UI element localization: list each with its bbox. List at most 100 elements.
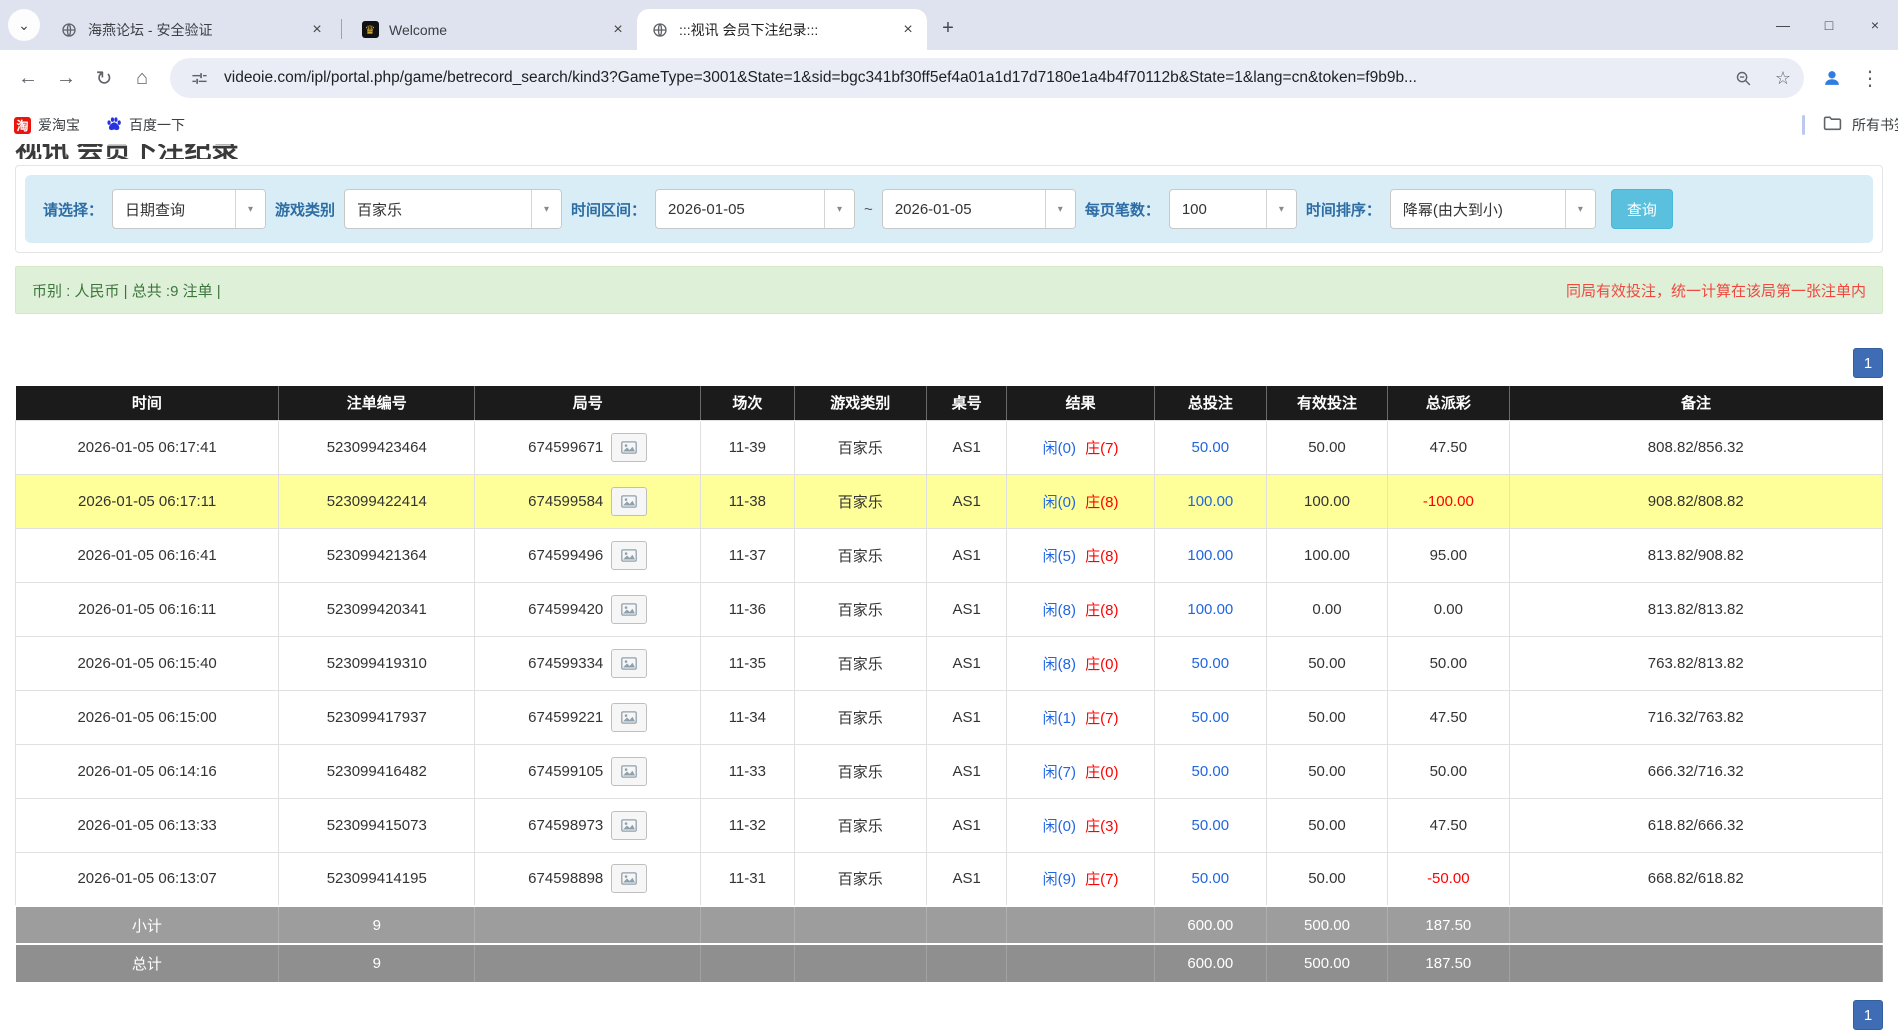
table-row: 2026-01-05 06:16:41 523099421364 6745994… <box>16 528 1883 582</box>
replay-icon[interactable] <box>611 649 647 678</box>
cell-total-bet[interactable]: 50.00 <box>1154 744 1266 798</box>
taobao-icon: 淘 <box>14 117 31 134</box>
page-1-button[interactable]: 1 <box>1853 348 1883 378</box>
page-content: 视讯 会员下注纪录 请选择： 日期查询 ▾ 游戏类别 百家乐 ▾ 时间区间： 2… <box>0 144 1898 982</box>
round-number: 674599584 <box>528 493 603 510</box>
column-header: 备注 <box>1509 386 1882 420</box>
replay-icon[interactable] <box>611 595 647 624</box>
tab-betrecord-active[interactable]: :::视讯 会员下注纪录::: × <box>637 9 927 50</box>
url-text[interactable]: videoie.com/ipl/portal.php/game/betrecor… <box>224 69 1718 87</box>
replay-icon[interactable] <box>611 703 647 732</box>
result-banker: 庄(7) <box>1085 440 1118 457</box>
chevron-down-icon[interactable]: ▾ <box>1266 190 1296 228</box>
date-to-select[interactable]: 2026-01-05 ▾ <box>882 189 1076 229</box>
tab-haiyan[interactable]: 海燕论坛 - 安全验证 × <box>46 9 336 50</box>
replay-icon[interactable] <box>611 541 647 570</box>
tab-welcome[interactable]: ♛ Welcome × <box>347 9 637 50</box>
cell-total-bet[interactable]: 50.00 <box>1154 420 1266 474</box>
url-bar[interactable]: videoie.com/ipl/portal.php/game/betrecor… <box>170 58 1804 98</box>
cell-valid-bet: 0.00 <box>1266 582 1387 636</box>
all-bookmarks[interactable]: 所有书签 <box>1802 106 1898 144</box>
bookmarks-divider <box>1802 115 1805 135</box>
table-row: 2026-01-05 06:16:11 523099420341 6745994… <box>16 582 1883 636</box>
total-total-bet: 600.00 <box>1154 944 1266 982</box>
cell-note: 808.82/856.32 <box>1509 420 1882 474</box>
cell-time: 2026-01-05 06:17:41 <box>16 420 279 474</box>
cell-total-bet[interactable]: 100.00 <box>1154 582 1266 636</box>
menu-icon[interactable]: ⋮ <box>1852 60 1888 96</box>
cell-result: 闲(5) 庄(8) <box>1007 528 1154 582</box>
replay-icon[interactable] <box>611 487 647 516</box>
page-title-clip: 视讯 会员下注纪录 <box>15 144 1883 159</box>
round-number: 674599221 <box>528 709 603 726</box>
cell-total-bet[interactable]: 50.00 <box>1154 852 1266 906</box>
footer-empty-cell <box>701 944 794 982</box>
close-tab-icon[interactable]: × <box>308 21 326 39</box>
bookmark-baidu[interactable]: 百度一下 <box>106 115 185 135</box>
replay-icon[interactable] <box>611 757 647 786</box>
profile-avatar-icon[interactable] <box>1814 60 1850 96</box>
close-window-button[interactable]: × <box>1852 0 1898 50</box>
folder-icon <box>1823 115 1842 136</box>
footer-empty-cell <box>927 906 1007 944</box>
footer-empty-cell <box>1509 944 1882 982</box>
cell-time: 2026-01-05 06:13:33 <box>16 798 279 852</box>
cell-total-bet[interactable]: 100.00 <box>1154 528 1266 582</box>
cell-bet-id: 523099421364 <box>279 528 475 582</box>
chevron-down-icon[interactable]: ▾ <box>1565 190 1595 228</box>
forward-button[interactable]: → <box>48 60 84 96</box>
page-1-button[interactable]: 1 <box>1853 1000 1883 1030</box>
notice-text: 同局有效投注，统一计算在该局第一张注单内 <box>1566 280 1866 301</box>
column-header: 时间 <box>16 386 279 420</box>
round-number: 674598973 <box>528 817 603 834</box>
query-type-select[interactable]: 日期查询 ▾ <box>112 189 266 229</box>
cell-session: 11-35 <box>701 636 794 690</box>
home-button[interactable]: ⌂ <box>124 60 160 96</box>
chevron-down-icon[interactable]: ▾ <box>531 190 561 228</box>
tab-divider <box>341 19 342 39</box>
cell-result: 闲(8) 庄(8) <box>1007 582 1154 636</box>
tab-title: :::视讯 会员下注纪录::: <box>679 20 889 40</box>
reload-button[interactable]: ↻ <box>86 60 122 96</box>
cell-bet-id: 523099414195 <box>279 852 475 906</box>
cell-session: 11-39 <box>701 420 794 474</box>
footer-empty-cell <box>794 906 927 944</box>
sort-order-select[interactable]: 降幂(由大到小) ▾ <box>1390 189 1596 229</box>
minimize-button[interactable]: — <box>1760 0 1806 50</box>
zoom-icon[interactable] <box>1728 63 1758 93</box>
replay-icon[interactable] <box>611 811 647 840</box>
replay-icon[interactable] <box>611 433 647 462</box>
site-settings-icon[interactable] <box>184 63 214 93</box>
bookmark-star-icon[interactable]: ☆ <box>1768 63 1798 93</box>
maximize-button[interactable]: □ <box>1806 0 1852 50</box>
cell-total-bet[interactable]: 100.00 <box>1154 474 1266 528</box>
cell-table-no: AS1 <box>927 690 1007 744</box>
tab-search-button[interactable]: ⌄ <box>8 9 40 41</box>
back-button[interactable]: ← <box>10 60 46 96</box>
round-number: 674599496 <box>528 547 603 564</box>
date-range-tilde: ~ <box>864 201 873 218</box>
cell-note: 908.82/808.82 <box>1509 474 1882 528</box>
chevron-down-icon[interactable]: ▾ <box>235 190 265 228</box>
search-button[interactable]: 查询 <box>1611 189 1673 229</box>
game-type-select[interactable]: 百家乐 ▾ <box>344 189 562 229</box>
page-size-select[interactable]: 100 ▾ <box>1169 189 1297 229</box>
cell-total-bet[interactable]: 50.00 <box>1154 798 1266 852</box>
replay-icon[interactable] <box>611 864 647 893</box>
column-header: 局号 <box>475 386 701 420</box>
chevron-down-icon[interactable]: ▾ <box>1045 190 1075 228</box>
close-tab-icon[interactable]: × <box>899 21 917 39</box>
chevron-down-icon[interactable]: ▾ <box>824 190 854 228</box>
cell-table-no: AS1 <box>927 798 1007 852</box>
cell-total-bet[interactable]: 50.00 <box>1154 690 1266 744</box>
column-header: 总投注 <box>1154 386 1266 420</box>
cell-total-bet[interactable]: 50.00 <box>1154 636 1266 690</box>
cell-game-type: 百家乐 <box>794 798 927 852</box>
chevron-down-icon: ⌄ <box>18 17 30 34</box>
close-tab-icon[interactable]: × <box>609 21 627 39</box>
cell-valid-bet: 50.00 <box>1266 798 1387 852</box>
new-tab-button[interactable]: + <box>933 13 963 43</box>
cell-session: 11-38 <box>701 474 794 528</box>
bookmark-taobao[interactable]: 淘 爱淘宝 <box>14 115 80 135</box>
date-from-select[interactable]: 2026-01-05 ▾ <box>655 189 855 229</box>
